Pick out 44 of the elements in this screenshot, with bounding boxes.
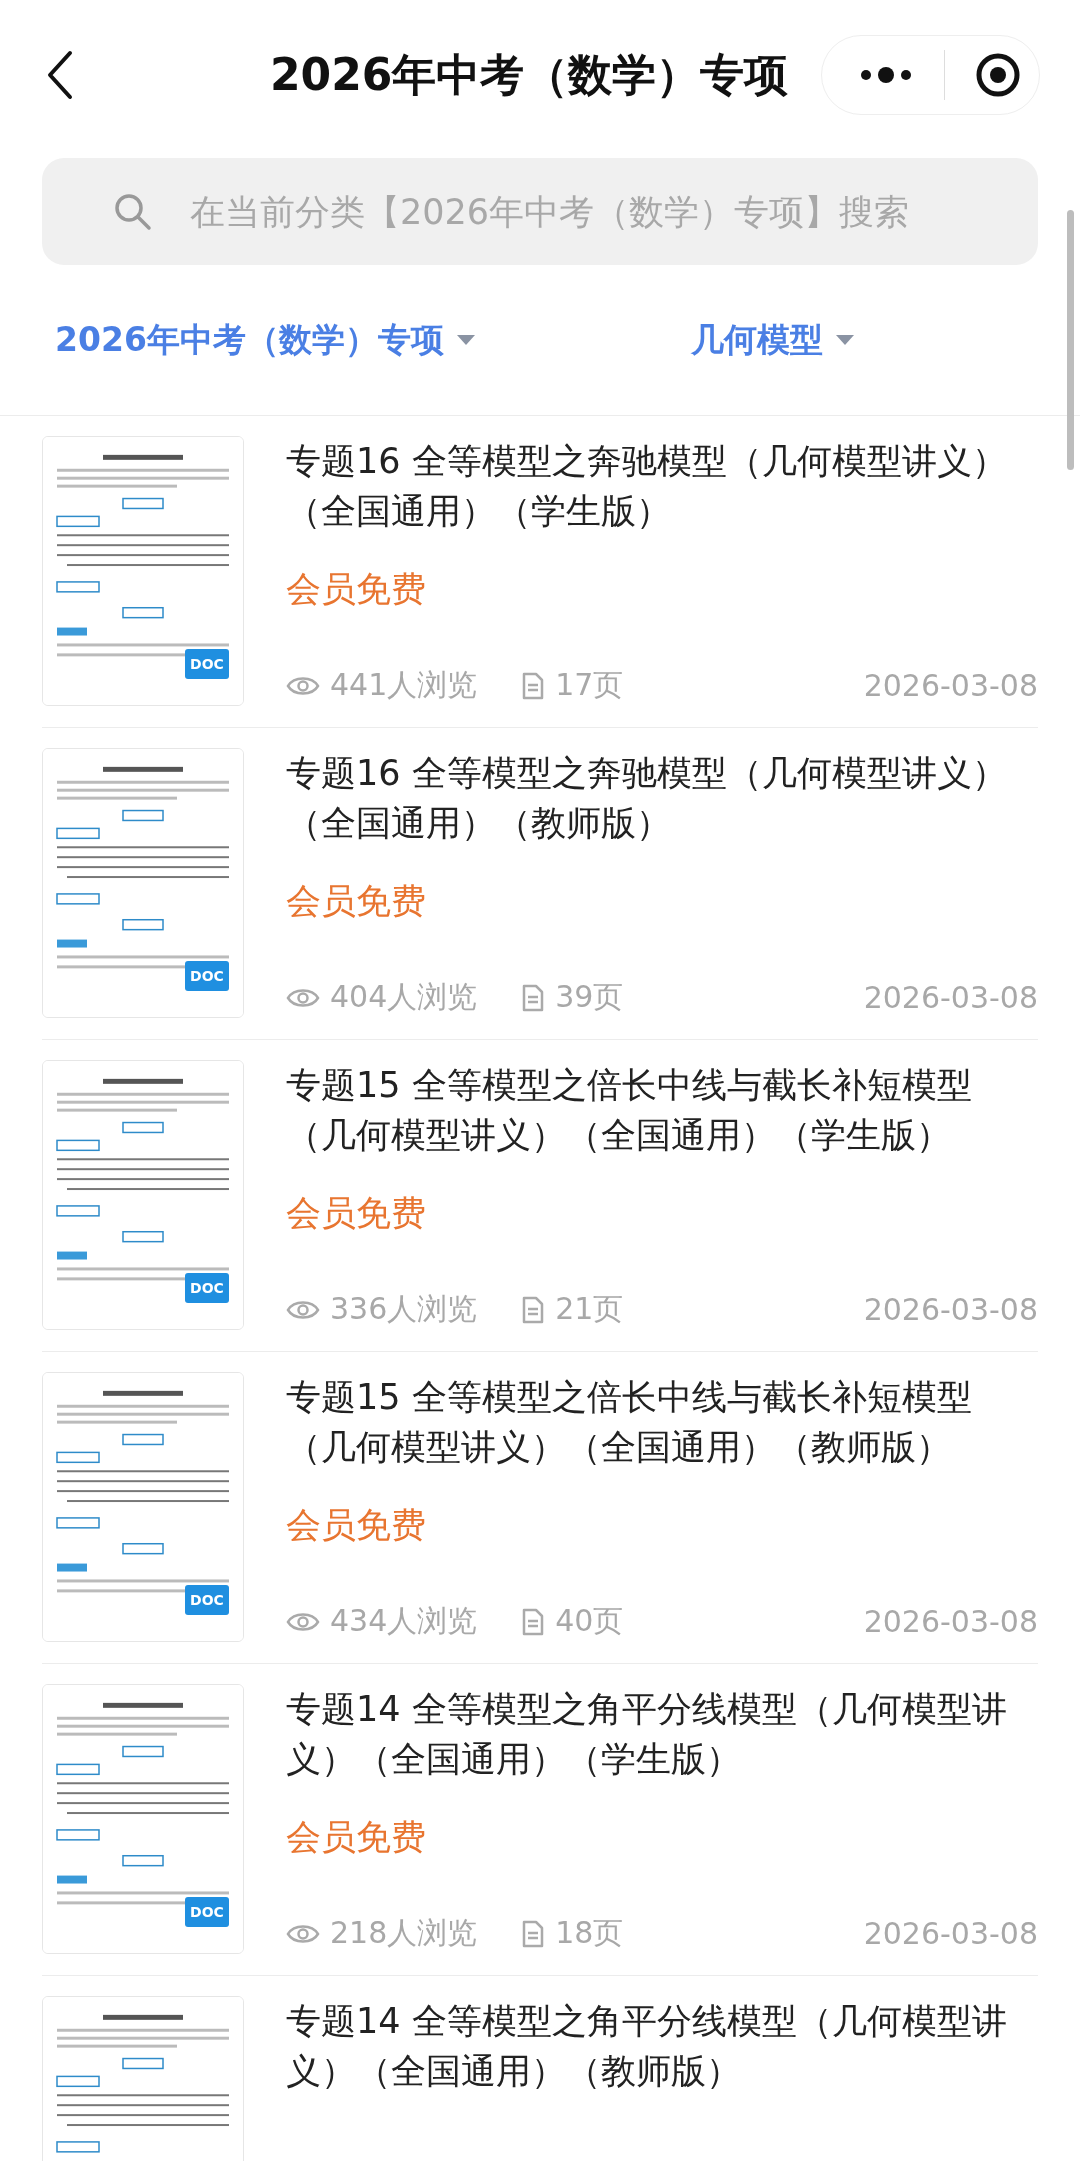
- document-title[interactable]: 专题16 全等模型之奔驰模型（几何模型讲义）（全国通用）（教师版）: [286, 748, 1038, 848]
- document-icon: [521, 671, 546, 700]
- page-count: 39页: [555, 978, 624, 1016]
- document-icon: [521, 983, 546, 1012]
- doc-file-badge: DOC: [185, 649, 229, 679]
- view-count: 404人浏览: [330, 978, 478, 1016]
- search-field[interactable]: 在当前分类【2026年中考（数学）专项】搜索: [42, 158, 1038, 265]
- document-title[interactable]: 专题15 全等模型之倍长中线与截长补短模型（几何模型讲义）（全国通用）（学生版）: [286, 1060, 1038, 1160]
- price-label: 会员免费: [286, 1192, 427, 1235]
- view-count: 434人浏览: [330, 1602, 478, 1640]
- view-count: 441人浏览: [330, 666, 478, 704]
- publish-date: 2026-03-08: [863, 1604, 1038, 1639]
- more-icon[interactable]: [858, 65, 914, 85]
- caret-icon: [834, 334, 855, 346]
- caret-icon: [455, 334, 476, 346]
- publish-date: 2026-03-08: [863, 1292, 1038, 1327]
- price-label: 会员免费: [286, 568, 427, 611]
- document-title[interactable]: 专题14 全等模型之角平分线模型（几何模型讲义）（全国通用）（学生版）: [286, 1684, 1038, 1784]
- page-title: 2026年中考（数学）专项: [270, 47, 789, 102]
- view-count: 218人浏览: [330, 1914, 478, 1952]
- back-icon[interactable]: [46, 50, 74, 100]
- publish-date: 2026-03-08: [863, 1916, 1038, 1951]
- document-title[interactable]: 专题16 全等模型之奔驰模型（几何模型讲义）（全国通用）（学生版）: [286, 436, 1038, 536]
- filter-dropdown[interactable]: 2026年中考（数学）专项: [55, 317, 476, 363]
- publish-date: 2026-03-08: [863, 980, 1038, 1015]
- price-label: 会员免费: [286, 880, 427, 923]
- publish-date: 2026-03-08: [863, 668, 1038, 703]
- document-icon: [521, 1919, 546, 1948]
- doc-file-badge: DOC: [185, 1897, 229, 1927]
- document-icon: [521, 1295, 546, 1324]
- page-count: 18页: [555, 1914, 624, 1952]
- filter-dropdown[interactable]: 几何模型: [690, 317, 855, 363]
- price-label: 会员免费: [286, 1504, 427, 1547]
- document-icon: [521, 1607, 546, 1636]
- document-title[interactable]: 专题14 全等模型之角平分线模型（几何模型讲义）（全国通用）（教师版）: [286, 1996, 1038, 2096]
- doc-file-badge: DOC: [185, 1273, 229, 1303]
- doc-file-badge: DOC: [185, 961, 229, 991]
- page-count: 17页: [555, 666, 624, 704]
- view-count: 336人浏览: [330, 1290, 478, 1328]
- price-label: 会员免费: [286, 1816, 427, 1859]
- page-count: 21页: [555, 1290, 624, 1328]
- page-count: 40页: [555, 1602, 624, 1640]
- document-title[interactable]: 专题15 全等模型之倍长中线与截长补短模型（几何模型讲义）（全国通用）（教师版）: [286, 1372, 1038, 1472]
- doc-file-badge: DOC: [185, 1585, 229, 1615]
